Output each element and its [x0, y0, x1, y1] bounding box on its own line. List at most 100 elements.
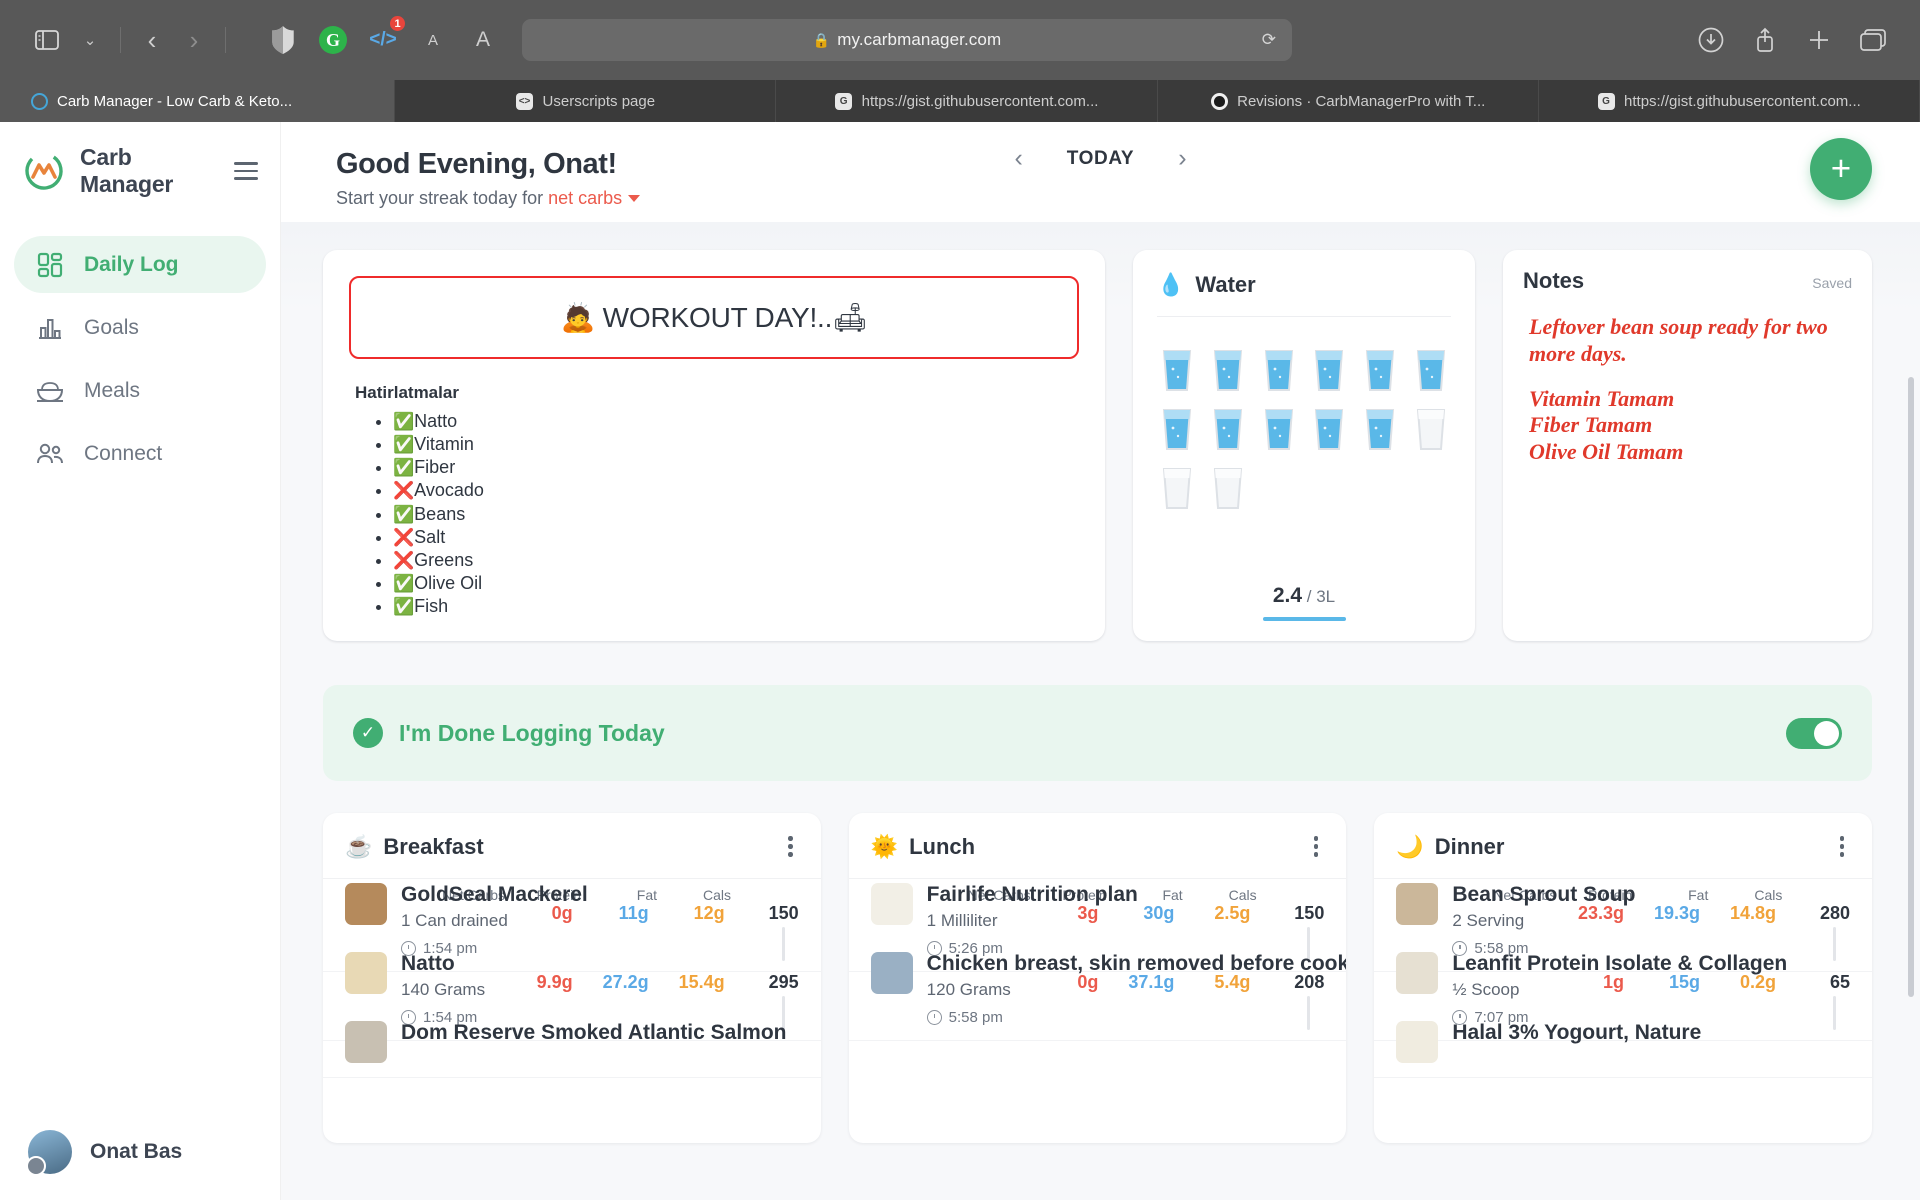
kebab-menu-icon[interactable] — [1308, 832, 1325, 861]
status-mark: ✅ — [393, 412, 415, 431]
water-glass-filled[interactable] — [1362, 406, 1398, 452]
chevron-left-icon[interactable]: ‹ — [1014, 144, 1022, 173]
meal-card-header: ☕ Breakfast — [323, 813, 821, 879]
water-glass-filled[interactable] — [1159, 406, 1195, 452]
share-icon[interactable] — [1744, 19, 1786, 61]
value-net-carbs: 23.3g — [1577, 902, 1625, 923]
current-day-label[interactable]: TODAY — [1067, 148, 1134, 170]
browser-tab-0[interactable]: Carb Manager - Low Carb & Keto... — [0, 80, 396, 122]
value-fat: 14.8g — [1729, 902, 1777, 923]
sidebar-toggle-icon[interactable] — [26, 19, 68, 61]
water-glass-filled[interactable] — [1311, 406, 1347, 452]
browser-tab-4[interactable]: G https://gist.githubusercontent.com... — [1538, 80, 1920, 122]
reminders-title: Hatirlatmalar — [355, 383, 459, 402]
reminder-label: Vitamin — [414, 434, 474, 455]
list-item: ❌Avocado — [393, 480, 1079, 500]
done-logging-label: I'm Done Logging Today — [399, 719, 665, 746]
workout-banner: 🙇 WORKOUT DAY!..🛋 — [349, 276, 1079, 359]
userscript-extension-icon[interactable]: </> 1 — [362, 15, 406, 61]
meal-emoji-icon: 🌞 — [870, 833, 899, 859]
water-glasses-grid — [1157, 316, 1451, 511]
hamburger-icon[interactable] — [233, 162, 258, 180]
water-glass-filled[interactable] — [1210, 406, 1246, 452]
value-net-carbs: 0g — [1077, 971, 1099, 992]
address-bar[interactable]: 🔒 my.carbmanager.com ⟳ — [522, 19, 1292, 61]
add-entry-button[interactable]: + — [1810, 138, 1872, 200]
grammarly-extension-icon[interactable]: G — [312, 19, 354, 61]
browser-toolbar: ⌄ ‹ › G </> 1 A A 🔒 my.carbmanager.com ⟳ — [0, 0, 1920, 80]
dashboard-scroll-area: 🙇 WORKOUT DAY!..🛋 Hatirlatmalar ✅ Natto ✅… — [281, 222, 1920, 1200]
value-fat: 2.5g — [1214, 902, 1251, 923]
water-glass-filled[interactable] — [1261, 406, 1297, 452]
water-glass-empty[interactable] — [1210, 465, 1246, 511]
browser-tab-1[interactable]: <> Userscripts page — [395, 80, 777, 122]
bowl-icon — [36, 377, 64, 405]
water-unit: / 3L — [1302, 587, 1336, 607]
browser-tab-2[interactable]: G https://gist.githubusercontent.com... — [776, 80, 1158, 122]
reload-icon[interactable]: ⟳ — [1262, 30, 1276, 50]
water-glass-filled[interactable] — [1413, 347, 1449, 393]
sidebar-item-daily-log[interactable]: Daily Log — [14, 236, 266, 293]
sidebar-item-meals[interactable]: Meals — [14, 362, 266, 419]
kebab-menu-icon[interactable] — [1834, 832, 1851, 861]
toolbar-divider — [120, 27, 121, 53]
water-glass-filled[interactable] — [1210, 347, 1246, 393]
notes-body[interactable]: Leftover bean soup ready for two more da… — [1523, 306, 1852, 621]
water-glass-filled[interactable] — [1261, 347, 1297, 393]
water-card: 💧 Water 2.4 / 3L — [1133, 250, 1475, 642]
back-button[interactable]: ‹ — [131, 19, 173, 61]
browser-tab-label: Revisions · CarbManagerPro with T... — [1237, 92, 1486, 110]
page-title: Good Evening, Onat! — [336, 148, 617, 180]
page-header: Good Evening, Onat! Start your streak to… — [281, 122, 1920, 222]
water-glass-filled[interactable] — [1362, 347, 1398, 393]
water-glass-empty[interactable] — [1159, 465, 1195, 511]
done-logging-bar[interactable]: ✓ I'm Done Logging Today — [323, 685, 1872, 782]
forward-button[interactable]: › — [173, 19, 215, 61]
reader-small-text-button[interactable]: A — [412, 19, 454, 61]
url-text: my.carbmanager.com — [837, 30, 1002, 49]
reader-large-text-button[interactable]: A — [462, 19, 504, 61]
food-thumbnail — [345, 951, 387, 994]
carb-manager-logo-icon — [22, 149, 66, 193]
brand-row: Carb Manager — [0, 122, 280, 198]
github-favicon — [1210, 92, 1228, 110]
streak-subtitle: Start your streak today for net carbs — [336, 188, 641, 209]
sidebar-item-connect[interactable]: Connect — [14, 425, 266, 482]
water-glass-filled[interactable] — [1311, 347, 1347, 393]
downloads-icon[interactable] — [1690, 19, 1732, 61]
kebab-menu-icon[interactable] — [782, 832, 799, 861]
vertical-scrollbar[interactable] — [1908, 377, 1914, 997]
avatar — [26, 1130, 72, 1176]
chevron-down-icon[interactable] — [628, 195, 641, 202]
value-fat: 5.4g — [1214, 971, 1251, 992]
table-row[interactable]: Dom Reserve Smoked Atlantic Salmon — [323, 1020, 821, 1078]
tab-overview-icon[interactable] — [1852, 19, 1894, 61]
status-mark: ❌ — [393, 527, 415, 547]
sidebar-item-label: Goals — [84, 315, 139, 339]
notes-card[interactable]: Notes Saved Leftover bean soup ready for… — [1503, 250, 1872, 642]
carb-manager-app: Carb Manager Daily Log Goals Meals Conne… — [0, 122, 1920, 1200]
done-logging-toggle[interactable] — [1786, 717, 1842, 749]
shield-extension-icon[interactable] — [262, 19, 304, 61]
water-total: 2.4 / 3L — [1157, 566, 1451, 623]
new-tab-icon[interactable] — [1798, 19, 1840, 61]
browser-tab-3[interactable]: Revisions · CarbManagerPro with T... — [1157, 80, 1539, 122]
sidebar-user-row[interactable]: Onat Bas — [0, 1130, 281, 1176]
workout-notes-card: 🙇 WORKOUT DAY!..🛋 Hatirlatmalar ✅Natto ✅… — [323, 250, 1105, 642]
sidebar-nav: Daily Log Goals Meals Connect — [0, 236, 280, 482]
water-card-title: Water — [1195, 272, 1256, 297]
reminders-list: ✅Natto ✅Vitamin ✅Fiber ❌Avocado ✅Beans ❌… — [393, 411, 1079, 616]
chevron-right-icon[interactable]: › — [1178, 144, 1186, 173]
net-carbs-link[interactable]: net carbs — [548, 188, 622, 208]
water-glass-empty[interactable] — [1413, 406, 1449, 452]
value-protein: 37.1g — [1128, 971, 1175, 992]
sidebar-item-label: Daily Log — [84, 252, 179, 276]
carbmanager-favicon — [30, 92, 48, 110]
food-name: Natto — [401, 951, 455, 975]
table-row[interactable]: Halal 3% Yogourt, Nature — [1374, 1020, 1873, 1078]
water-glass-filled[interactable] — [1159, 347, 1195, 393]
list-item: ✅Fiber — [393, 457, 1079, 477]
sidebar-item-goals[interactable]: Goals — [14, 299, 266, 356]
table-row[interactable]: Chicken breast, skin removed before cook… — [848, 951, 1347, 1041]
sidebar-dropdown-icon[interactable]: ⌄ — [68, 19, 110, 61]
